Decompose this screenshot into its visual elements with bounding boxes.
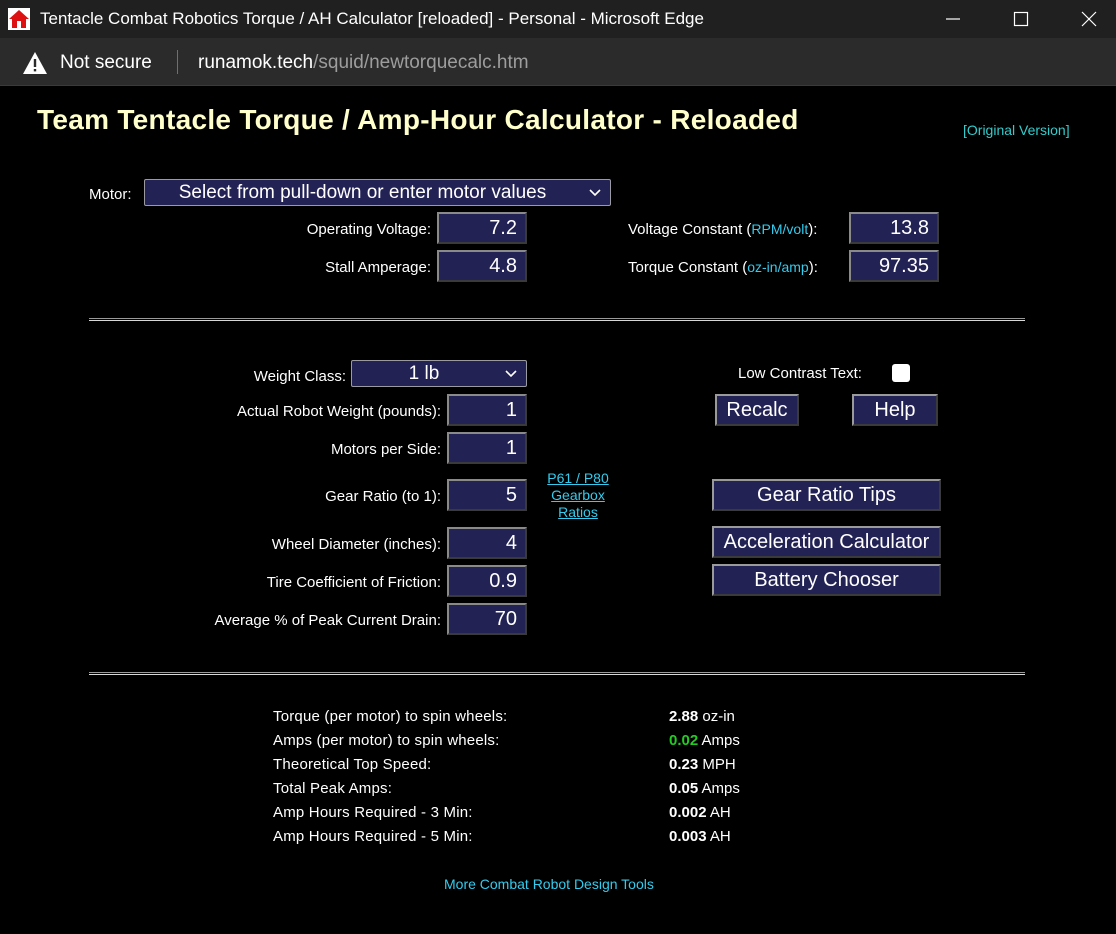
voltage-constant-input[interactable]: 13.8 [849,212,939,244]
window-title: Tentacle Combat Robotics Torque / AH Cal… [40,9,704,28]
result-label: Amps (per motor) to spin wheels: [273,732,500,749]
results-divider [89,672,1025,675]
url-path: /squid/newtorquecalc.htm [313,52,529,73]
gearbox-ratios-link[interactable]: P61 / P80 Gearbox Ratios [540,470,616,521]
result-value: 0.002 AH [669,804,731,821]
page-title: Team Tentacle Torque / Amp-Hour Calculat… [37,104,799,135]
result-label: Amp Hours Required - 5 Min: [273,828,473,845]
url-text[interactable]: runamok.tech/squid/newtorquecalc.htm [198,52,529,74]
result-value: 0.23 MPH [669,756,736,773]
wheel-diameter-label: Wheel Diameter (inches): [271,536,441,553]
tire-cof-label: Tire Coefficient of Friction: [266,574,441,591]
motors-per-side-label: Motors per Side: [330,441,441,458]
app-house-icon [8,8,30,30]
low-contrast-checkbox[interactable] [892,364,910,382]
recalc-button[interactable]: Recalc [715,394,799,426]
more-tools-link[interactable]: More Combat Robot Design Tools [444,876,654,892]
oz-in-amp-unit: oz-in/amp [747,259,809,275]
weight-class-select[interactable]: 1 lb [351,360,527,387]
url-host: runamok.tech [198,52,314,73]
avg-peak-current-input[interactable]: 70 [447,603,527,635]
maximize-icon [1013,11,1029,27]
rpm-volt-unit: RPM/volt [751,221,809,237]
avg-peak-current-label: Average % of Peak Current Drain: [214,612,441,629]
voltage-constant-label: Voltage Constant (RPM/volt): [628,221,818,238]
result-label: Theoretical Top Speed: [273,756,432,773]
motor-select[interactable]: Select from pull-down or enter motor val… [144,179,611,206]
torque-constant-label: Torque Constant (oz-in/amp): [628,259,818,276]
weight-class-value: 1 lb [408,362,440,384]
weight-class-label: Weight Class: [253,368,346,385]
operating-voltage-input[interactable]: 7.2 [437,212,527,244]
security-status[interactable]: Not secure [60,52,152,74]
motor-label: Motor: [89,186,132,203]
address-bar[interactable]: Not secure runamok.tech/squid/newtorquec… [0,38,1116,86]
warning-icon[interactable] [22,51,48,75]
result-label: Torque (per motor) to spin wheels: [273,708,508,725]
result-value: 0.05 Amps [669,780,740,797]
chevron-down-icon [505,370,517,378]
close-button[interactable] [1066,0,1112,38]
result-label: Amp Hours Required - 3 Min: [273,804,473,821]
minimize-icon [946,18,960,20]
wheel-diameter-input[interactable]: 4 [447,527,527,559]
help-button[interactable]: Help [852,394,938,426]
address-separator [177,50,178,74]
operating-voltage-label: Operating Voltage: [306,221,431,238]
gear-ratio-input[interactable]: 5 [447,479,527,511]
close-icon [1081,11,1097,27]
actual-weight-label: Actual Robot Weight (pounds): [236,403,441,420]
result-value: 0.003 AH [669,828,731,845]
original-version-link[interactable]: [Original Version] [963,122,1070,138]
motors-per-side-input[interactable]: 1 [447,432,527,464]
motor-select-value: Select from pull-down or enter motor val… [178,181,547,203]
stall-amperage-input[interactable]: 4.8 [437,250,527,282]
maximize-button[interactable] [998,0,1044,38]
gear-ratio-label: Gear Ratio (to 1): [325,488,441,505]
result-value: 2.88 oz-in [669,708,735,725]
section-divider [89,318,1025,321]
tire-cof-input[interactable]: 0.9 [447,565,527,597]
low-contrast-label: Low Contrast Text: [738,365,862,382]
battery-chooser-button[interactable]: Battery Chooser [712,564,941,596]
gear-ratio-tips-button[interactable]: Gear Ratio Tips [712,479,941,511]
chevron-down-icon [589,189,601,197]
actual-weight-input[interactable]: 1 [447,394,527,426]
acceleration-calculator-button[interactable]: Acceleration Calculator [712,526,941,558]
minimize-button[interactable] [930,0,976,38]
torque-constant-input[interactable]: 97.35 [849,250,939,282]
result-label: Total Peak Amps: [273,780,393,797]
stall-amperage-label: Stall Amperage: [325,259,431,276]
window-titlebar: Tentacle Combat Robotics Torque / AH Cal… [0,0,1116,38]
result-value: 0.02 Amps [669,732,740,749]
